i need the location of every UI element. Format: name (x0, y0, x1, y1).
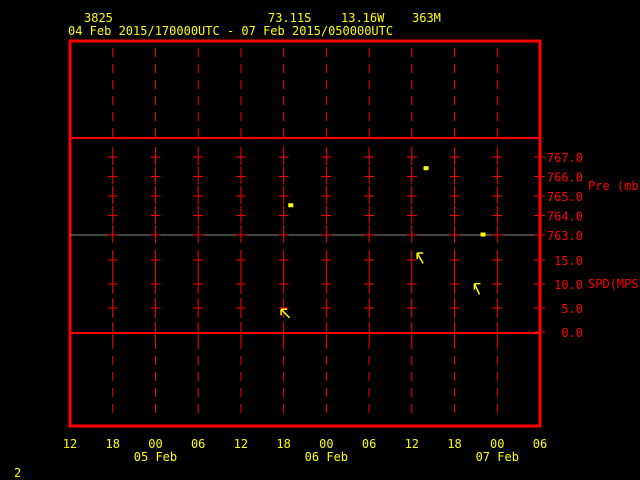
wind-arrow-shaft (416, 252, 424, 264)
x-tick-label: 18 (276, 437, 290, 451)
x-tick-label: 12 (405, 437, 419, 451)
x-tick-label: 18 (447, 437, 461, 451)
x-tick-label: 00 (490, 437, 504, 451)
y-tick-label: 764.0 (547, 210, 583, 224)
y-tick-label: 5.0 (561, 302, 583, 316)
pressure-point (480, 232, 486, 237)
grid (107, 48, 503, 413)
y-tick-label: 763.0 (547, 229, 583, 243)
wind-arrow (473, 282, 481, 295)
x-date-label: 07 Feb (476, 450, 519, 464)
x-tick-label: 00 (148, 437, 162, 451)
plot-frame (68, 39, 542, 428)
y-tick-label: 767.0 (547, 151, 583, 165)
x-tick-label: 06 (191, 437, 205, 451)
x-axis: 12 18 00 06 12 18 00 06 12 18 00 06 05 Feb 06 Feb 07 F… (63, 437, 547, 464)
elevation: 363M (412, 11, 441, 25)
latitude: 73.11S (268, 11, 311, 25)
pressure-axis-label: Pre (mb) (588, 179, 640, 193)
pressure-point (423, 166, 429, 171)
meteogram-chart: 3825 73.11S 13.16W 363M 04 Feb 2015/1700… (14, 11, 640, 480)
y-tick-label: 766.0 (547, 171, 583, 185)
x-tick-label: 18 (106, 437, 120, 451)
y-tick-label: 15.0 (554, 254, 583, 268)
x-date-label: 06 Feb (305, 450, 348, 464)
wind-arrow (280, 308, 291, 319)
x-date-label: 05 Feb (134, 450, 177, 464)
wind-arrow (416, 252, 424, 264)
x-tick-label: 06 (362, 437, 376, 451)
time-period: 04 Feb 2015/170000UTC - 07 Feb 2015/0500… (68, 24, 393, 38)
y-tick-label: 0.0 (561, 326, 583, 340)
pressure-point (288, 203, 294, 208)
wind-arrow-shaft (473, 283, 481, 295)
x-tick-label: 12 (63, 437, 77, 451)
y-axis: 767.0 766.0 765.0 764.0 763.0 15.0 10.0 5.0 0.0 P… (534, 151, 640, 340)
y-tick-label: 10.0 (554, 278, 583, 292)
station-id: 3825 (84, 11, 113, 25)
x-tick-label: 00 (319, 437, 333, 451)
wind-arrow-shaft (280, 308, 291, 319)
x-tick-label: 12 (234, 437, 248, 451)
x-tick-label: 06 (533, 437, 547, 451)
speed-axis-label: SPD(MPS) (588, 277, 640, 291)
page-number: 2 (14, 466, 21, 480)
longitude: 13.16W (341, 11, 385, 25)
y-tick-label: 765.0 (547, 190, 583, 204)
